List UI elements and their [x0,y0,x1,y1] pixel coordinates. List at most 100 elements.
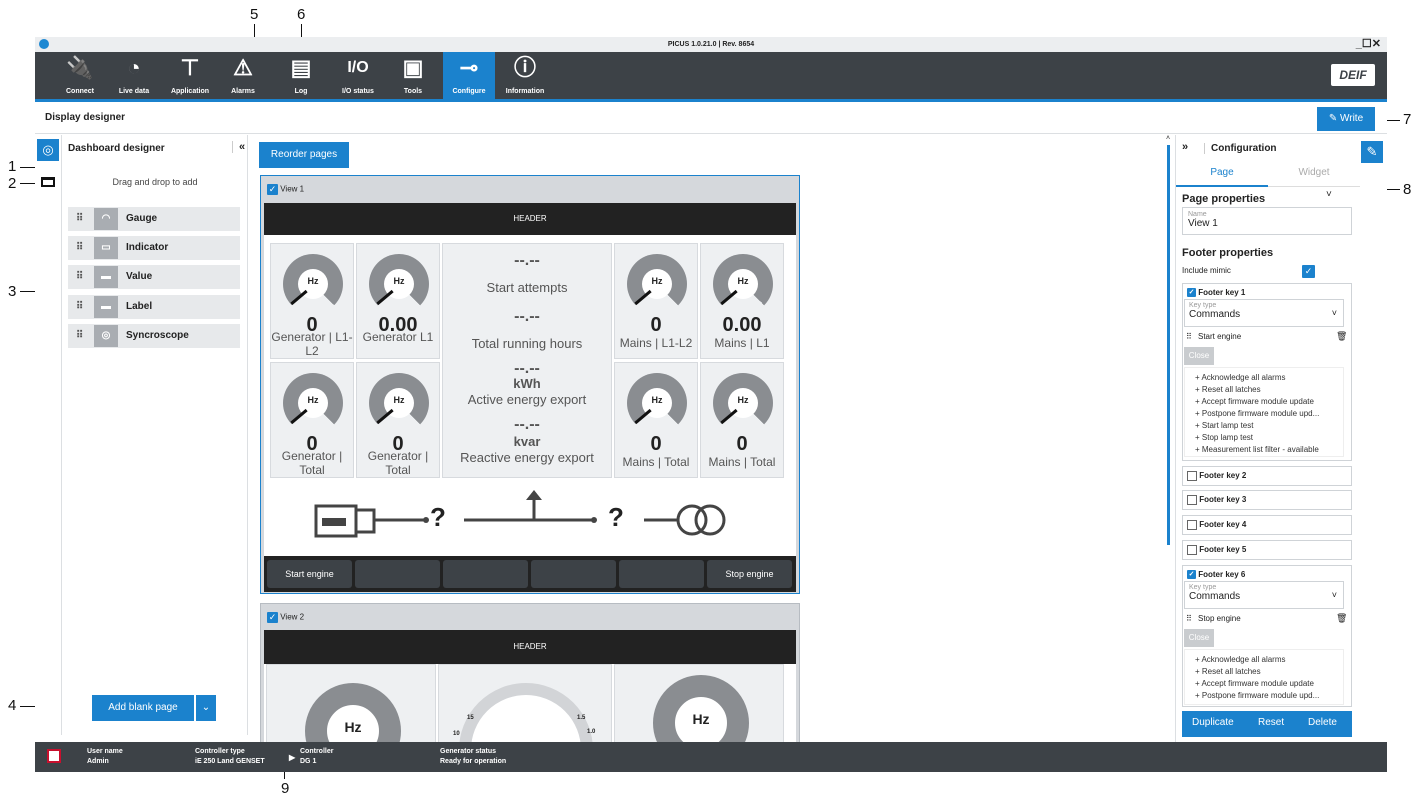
gauge-tile[interactable]: Hz 0 Generator | L1-L2 [270,243,354,359]
add-blank-page-button[interactable]: Add blank page [92,695,194,721]
nav-configure[interactable]: ⊸ Configure [443,52,495,99]
nav-alarms[interactable]: ⚠ Alarms [221,52,265,99]
list-item[interactable]: + Accept firmware module update [1195,396,1343,408]
list-item[interactable]: + Postpone firmware module upd... [1195,408,1343,420]
list-item[interactable]: + Acknowledge all alarms [1195,372,1343,384]
drag-handle-icon[interactable]: ⠿ [1186,332,1192,341]
footer-key-6-checkbox[interactable]: ✓ Footer key 6 [1187,570,1245,580]
footer-key-1-checkbox[interactable]: ✓ Footer key 1 [1187,288,1245,298]
unknown-breaker-state: ? [608,502,624,532]
canvas-scrollbar[interactable]: ˄ [1166,135,1172,735]
key-type-select[interactable]: Key type Commands ˅ [1184,299,1344,327]
value-unit: kvar [513,434,541,449]
edit-pencil-icon[interactable]: ✎ [1361,141,1383,163]
nav-connect[interactable]: 🔌 Connect [55,52,105,99]
list-item[interactable]: + Start lamp test [1195,420,1343,432]
gauge-tile[interactable]: Hz 0 Generator | Total [356,362,440,478]
page-name-field[interactable]: Name View 1 [1182,207,1352,235]
command-list[interactable]: + Acknowledge all alarms + Reset all lat… [1184,649,1344,705]
tab-widget[interactable]: Widget [1268,167,1360,187]
nav-live-data[interactable]: ◔ Live data [107,52,161,99]
mimic-diagram[interactable]: ? ? [264,480,796,556]
expand-panel-button[interactable]: » [1182,141,1188,153]
window-title: PICUS 1.0.21.0 | Rev. 8654 [667,41,755,48]
gauge-icon: Hz [627,254,687,314]
view-1-checkbox[interactable]: ✓ View 1 [267,184,304,195]
key-type-select[interactable]: Key type Commands ˅ [1184,581,1344,609]
view-1-header[interactable]: HEADER [264,203,796,235]
list-item[interactable]: + Postpone firmware module upd... [1195,690,1343,702]
gauge-tile[interactable]: Hz 0 Mains | L1-L2 [614,243,698,359]
command-list[interactable]: + Acknowledge all alarms + Reset all lat… [1184,367,1344,457]
footer-key-4[interactable] [531,560,616,588]
footer-key-2-row[interactable]: Footer key 2 [1182,466,1352,486]
widget-value[interactable]: ⠿ ▬ Value [68,265,240,289]
gauge-tile[interactable]: Hz 0.00 Mains | L1 [700,243,784,359]
close-button[interactable]: Close [1184,629,1214,647]
single-line-diagram-icon [314,490,726,538]
widget-syncroscope[interactable]: ⠿ ◎ Syncroscope [68,324,240,348]
reorder-pages-button[interactable]: Reorder pages [259,142,349,168]
widget-gauge[interactable]: ⠿ ◠ Gauge [68,207,240,231]
nav-log[interactable]: ▤ Log [281,52,321,99]
footer-key-3-row[interactable]: Footer key 3 [1182,490,1352,510]
list-item[interactable]: + Reset all latches [1195,384,1343,396]
list-item[interactable]: + Acknowledge all alarms [1195,654,1343,666]
nav-tools[interactable]: ▣ Tools [391,52,435,99]
drag-hint: Drag and drop to add [112,177,198,187]
list-item[interactable]: + Accept firmware module update [1195,678,1343,690]
footer-key-1[interactable]: Start engine [267,560,352,588]
reset-button[interactable]: Reset [1258,717,1284,728]
footer-key-6[interactable]: Stop engine [707,560,792,588]
drag-handle-icon: ⠿ [76,301,84,312]
generator-status-label: Generator status [440,748,497,755]
widget-label[interactable]: ⠿ ▬ Label [68,295,240,319]
footer-key-3[interactable] [443,560,528,588]
trash-icon[interactable]: 🗑 [1336,331,1347,342]
collapse-panel-button[interactable]: « [232,141,245,153]
widget-indicator[interactable]: ⠿ ▭ Indicator [68,236,240,260]
controller-value: DG 1 [300,758,317,765]
delete-button[interactable]: Delete [1308,717,1337,728]
chevron-down-icon[interactable]: ˅ [1326,189,1332,200]
include-mimic-checkbox[interactable]: ✓ [1302,263,1315,281]
duplicate-button[interactable]: Duplicate [1192,717,1234,728]
add-page-dropdown-button[interactable]: ⌄ [196,695,216,721]
list-item[interactable]: + Stop lamp test [1195,432,1343,444]
nav-information[interactable]: ⓘ Information [497,52,553,99]
trash-icon[interactable]: 🗑 [1336,613,1347,624]
nav-application[interactable]: ⊤ Application [161,52,219,99]
gauge-tile[interactable]: Hz 0.00 Generator L1 [356,243,440,359]
view-1[interactable]: ✓ View 1 HEADER Hz 0 Generator | L1-L2 Hz 0… [260,175,800,594]
uk-flag-icon[interactable] [47,749,61,763]
window-controls[interactable]: _☐✕ [1356,37,1381,52]
footer-key-2[interactable] [355,560,440,588]
play-icon[interactable]: ▶ [289,753,295,762]
screen-icon[interactable] [41,177,55,187]
configuration-title: Configuration [1204,143,1277,154]
list-item[interactable]: + Reset all latches [1195,666,1343,678]
close-button[interactable]: Close [1184,347,1214,365]
dashboard-designer-toggle-icon[interactable]: ◎ [37,139,59,161]
tab-page[interactable]: Page [1176,167,1268,187]
footer-key-5[interactable] [619,560,704,588]
drag-handle-icon[interactable]: ⠿ [1186,614,1192,623]
gauge-tile[interactable]: Hz 0 Mains | Total [614,362,698,478]
gauge-tile[interactable]: Hz 0 Generator | Total [270,362,354,478]
write-button[interactable]: ✎ Write [1317,107,1375,131]
wrench-icon: ⊸ [459,55,479,80]
gauge-tile[interactable]: Hz 0 Mains | Total [700,362,784,478]
footer-key-4-row[interactable]: Footer key 4 [1182,515,1352,535]
page-properties-heading: Page properties [1182,193,1266,205]
view-2-header[interactable]: HEADER [264,630,796,664]
label-icon: ▬ [94,296,118,318]
scroll-thumb[interactable] [1167,145,1170,545]
nav-io-status[interactable]: I/O I/O status [333,52,383,99]
value-tile-group[interactable]: --.-- Start attempts --.-- Total running… [442,243,612,478]
info-icon: ⓘ [513,55,536,80]
value-label: Total running hours [471,336,583,351]
scroll-up-icon[interactable]: ˄ [1166,135,1170,142]
footer-key-5-row[interactable]: Footer key 5 [1182,540,1352,560]
view-2-checkbox[interactable]: ✓ View 2 [267,612,304,623]
list-item[interactable]: + Measurement list filter - available [1195,444,1343,456]
